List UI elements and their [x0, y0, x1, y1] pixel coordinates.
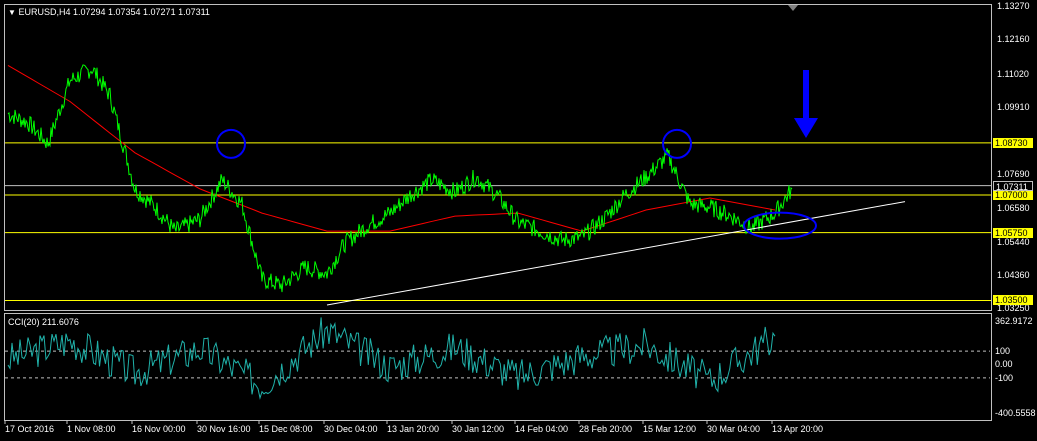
- time-tick: 30 Jan 12:00: [452, 424, 505, 434]
- symbol-label: EURUSD,H4: [18, 7, 71, 17]
- price-tick: 1.05440: [997, 236, 1030, 247]
- price-tick: 1.13270: [997, 1, 1030, 11]
- ohlc-values: 1.07294 1.07354 1.07271 1.07311: [72, 7, 210, 17]
- level-price-label: 1.05750: [993, 227, 1033, 238]
- time-tick: 14 Feb 04:00: [515, 424, 569, 434]
- price-tick: 1.09910: [997, 102, 1030, 113]
- cci-tick: 362.9172: [995, 316, 1033, 326]
- price-tick: 1.11020: [997, 68, 1029, 79]
- cci-label: CCI(20) 211.6076: [8, 317, 79, 327]
- time-tick: 13 Apr 20:00: [772, 424, 824, 434]
- price-tick: 1.12160: [997, 34, 1030, 45]
- cci-tick: -100: [995, 372, 1014, 383]
- price-tick: 1.04360: [997, 269, 1030, 280]
- level-price-label: 1.03500: [993, 295, 1033, 306]
- chart-header: ▼ EURUSD,H4 1.07294 1.07354 1.07271 1.07…: [8, 7, 210, 17]
- time-tick: 17 Oct 2016: [5, 424, 55, 434]
- current-price-label: 1.07311: [993, 180, 1033, 192]
- time-tick: 1 Nov 08:00: [67, 424, 116, 434]
- time-tick: 30 Nov 16:00: [197, 424, 251, 434]
- cci-tick: 100: [995, 346, 1011, 357]
- time-tick: 16 Nov 00:00: [132, 424, 186, 434]
- triangle-down-icon[interactable]: ▼: [8, 8, 16, 17]
- price-tick: 1.07690: [997, 169, 1030, 180]
- level-price-label: 1.08730: [993, 137, 1033, 148]
- time-tick: 30 Mar 04:00: [707, 424, 761, 434]
- time-tick: 15 Mar 12:00: [643, 424, 697, 434]
- chart-canvas[interactable]: [0, 0, 1037, 441]
- cci-tick: 0.00: [995, 359, 1013, 370]
- cci-tick: -400.5558: [995, 408, 1036, 418]
- time-tick: 28 Feb 20:00: [579, 424, 633, 434]
- time-tick: 15 Dec 08:00: [259, 424, 313, 434]
- time-tick: 30 Dec 04:00: [324, 424, 378, 434]
- price-tick: 1.06580: [997, 202, 1030, 213]
- time-tick: 13 Jan 20:00: [387, 424, 440, 434]
